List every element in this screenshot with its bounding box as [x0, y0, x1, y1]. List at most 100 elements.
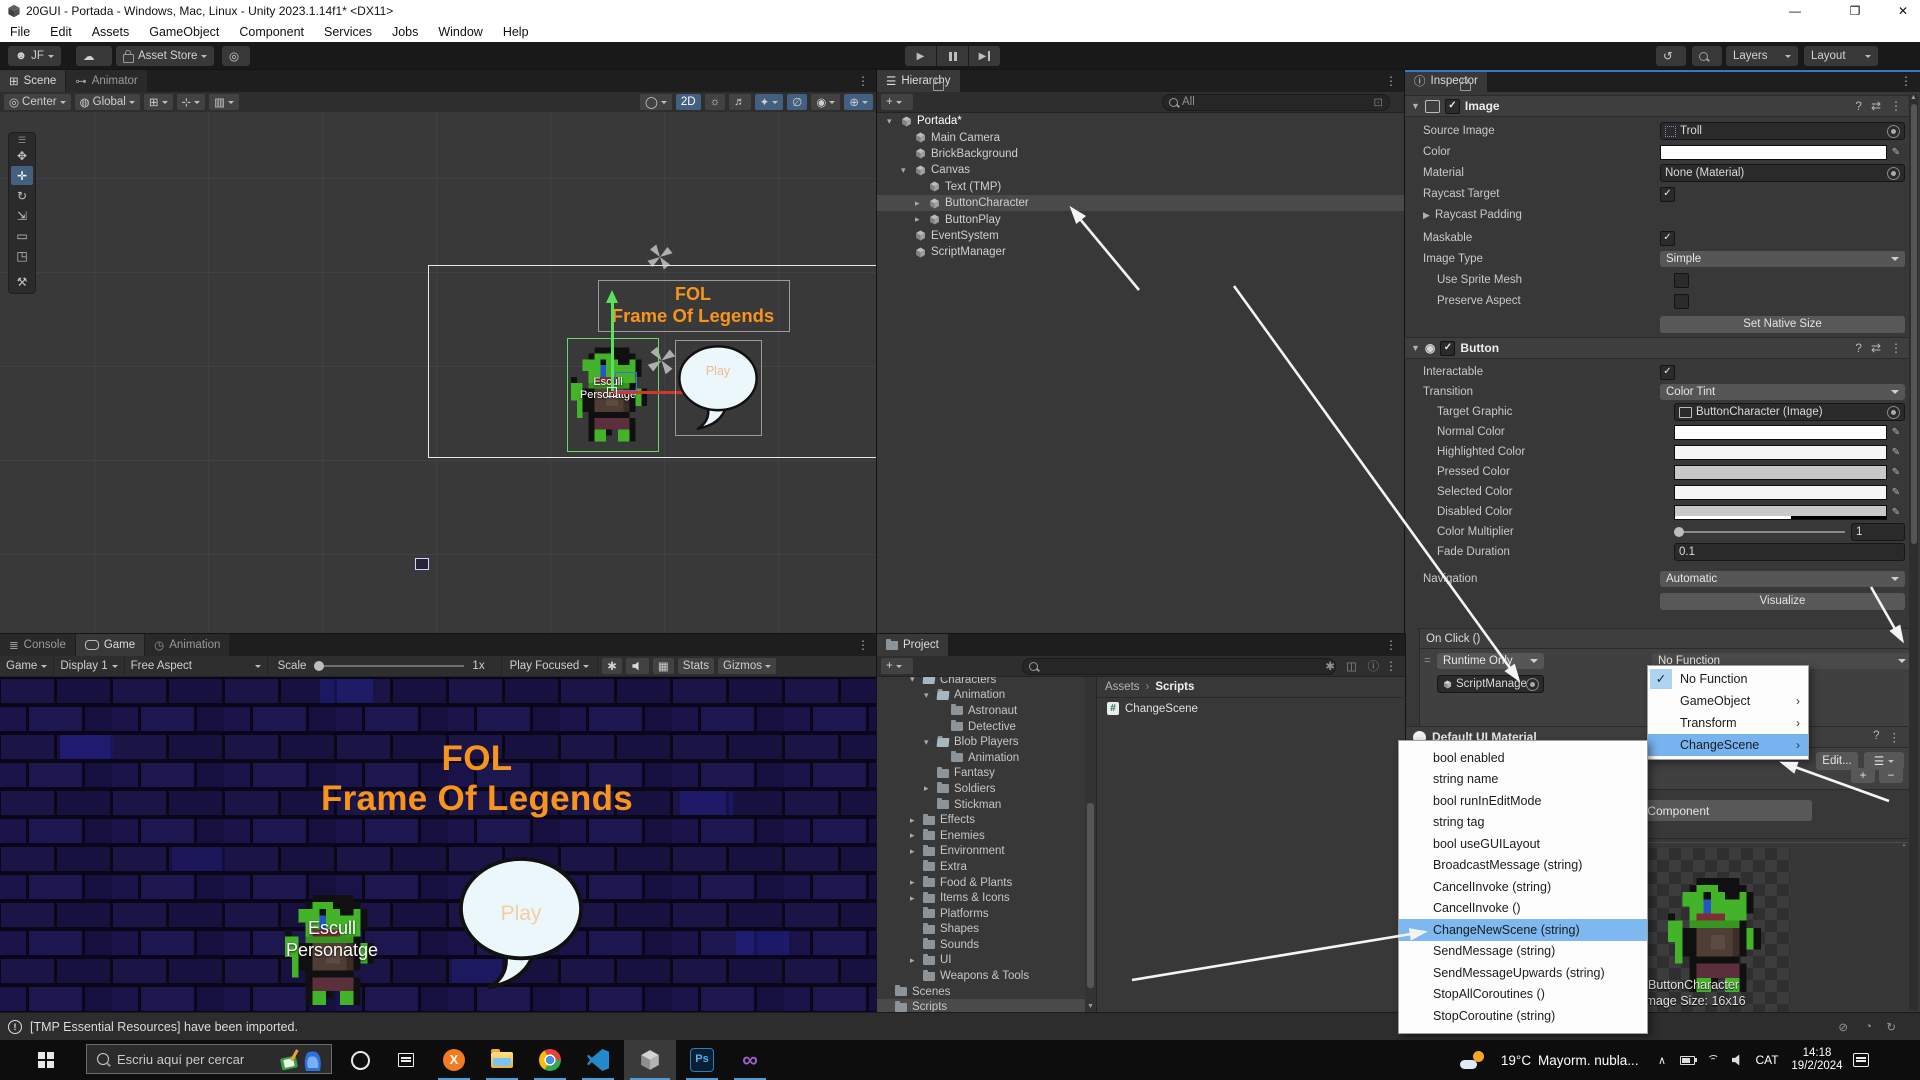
color-swatch[interactable] [1674, 425, 1887, 440]
mute-notifications-icon[interactable]: ⊘ [1838, 1020, 1848, 1034]
object-picker-icon[interactable] [1526, 678, 1539, 691]
language-indicator[interactable]: CAT [1750, 1040, 1784, 1080]
project-folder-item[interactable]: Items & Icons [877, 890, 1085, 906]
method-menu-item[interactable]: StopCoroutine (string) [1399, 1005, 1647, 1027]
project-folder-item[interactable]: Extra [877, 859, 1085, 875]
taskbar-visualstudio[interactable]: ∞ [728, 1040, 772, 1080]
search-by-type-icon[interactable]: ✱ [1325, 659, 1335, 673]
kebab-icon[interactable]: ⋮ [1889, 730, 1901, 744]
color-multiplier-field[interactable]: 1 [1851, 523, 1905, 541]
breadcrumb-current[interactable]: Scripts [1155, 681, 1194, 693]
kebab-icon[interactable]: ⋮ [1890, 341, 1902, 355]
transform-tool-button[interactable]: ◳ [11, 246, 33, 265]
undo-history-button[interactable]: ↺ [1656, 46, 1686, 66]
project-folder-item[interactable]: Soldiers [877, 781, 1085, 797]
project-tree-scrollbar[interactable]: ▼ [1085, 677, 1096, 1012]
project-folder-item[interactable]: Characters [877, 677, 1085, 688]
foldout-arrow-icon[interactable]: ▼ [1411, 343, 1420, 353]
lighting-toggle[interactable]: ☼ [705, 94, 726, 110]
tab-inspector[interactable]: ⓘInspector [1405, 70, 1487, 92]
eyedropper-icon[interactable]: ✎ [1887, 447, 1905, 458]
move-gizmo-y-axis[interactable] [611, 302, 614, 391]
image-type-dropdown[interactable]: Simple [1660, 251, 1905, 267]
scale-slider[interactable] [314, 665, 464, 667]
scrollbar-thumb[interactable] [1087, 803, 1094, 988]
volume-icon[interactable] [1726, 1040, 1750, 1080]
maskable-checkbox[interactable] [1660, 231, 1675, 246]
debug-button[interactable]: ✱ [602, 658, 622, 674]
search-by-label-icon[interactable]: ◫ [1346, 659, 1357, 673]
ruler-button[interactable]: ▥ [209, 94, 239, 110]
source-image-field[interactable]: Troll [1660, 122, 1905, 140]
slider-track[interactable] [1674, 531, 1845, 533]
method-menu-item[interactable]: SendMessage (string) [1399, 941, 1647, 963]
slider-thumb[interactable] [1674, 527, 1684, 537]
transition-dropdown[interactable]: Color Tint [1660, 384, 1905, 400]
effects-dropdown[interactable]: ✦ [755, 94, 784, 110]
expand-arrow-icon[interactable] [887, 116, 900, 127]
tab-console[interactable]: ≣Console [0, 634, 75, 656]
method-menu-item[interactable]: bool useGUILayout [1399, 833, 1647, 855]
method-menu-item[interactable]: bool runInEditMode [1399, 790, 1647, 812]
panel-menu-icon[interactable]: ⋮ [1385, 638, 1397, 652]
help-icon[interactable]: ? [1855, 341, 1862, 355]
game-view-dropdown[interactable]: Game [0, 656, 54, 676]
expand-arrow-icon[interactable] [924, 783, 937, 794]
hierarchy-item[interactable]: Text (TMP) [877, 179, 1405, 195]
notification-center-button[interactable] [1846, 1040, 1876, 1080]
taskbar-explorer[interactable] [480, 1040, 524, 1080]
start-button[interactable] [18, 1040, 74, 1080]
project-folder-item[interactable]: Food & Plants [877, 875, 1085, 891]
color-swatch[interactable] [1674, 485, 1887, 500]
slider-thumb[interactable] [314, 661, 324, 671]
breadcrumb-root[interactable]: Assets [1105, 681, 1140, 693]
component-enabled-checkbox[interactable] [1440, 341, 1455, 356]
restore-button[interactable]: ❐ [1832, 0, 1878, 22]
foldout-arrow-icon[interactable]: ▶ [1423, 210, 1435, 221]
lock-icon[interactable] [1460, 82, 1471, 91]
add-event-button[interactable]: + [1851, 768, 1875, 783]
expand-arrow-icon[interactable] [910, 815, 923, 826]
hidden-count-icon[interactable]: ⓘ [1368, 658, 1380, 674]
function-menu-item[interactable]: Transform › [1648, 712, 1808, 734]
taskbar-photoshop[interactable]: Ps [680, 1040, 724, 1080]
menu-item[interactable]: GameObject [139, 25, 229, 39]
hierarchy-item[interactable]: EventSystem [877, 228, 1405, 244]
eyedropper-icon[interactable]: ✎ [1887, 427, 1905, 438]
project-folder-item[interactable]: Fantasy [877, 766, 1085, 782]
clock[interactable]: 14:18 19/2/2024 [1786, 1040, 1848, 1080]
anchor-gizmo-icon[interactable] [645, 242, 675, 272]
lock-icon[interactable] [933, 82, 944, 91]
method-menu-item[interactable]: StopAllCoroutines () [1399, 984, 1647, 1006]
tab-project[interactable]: Project [877, 634, 948, 656]
menu-item[interactable]: Component [229, 25, 314, 39]
fade-duration-field[interactable]: 0.1 [1674, 543, 1905, 561]
inspector-scrollbar[interactable]: ▲ [1909, 94, 1918, 1010]
expand-arrow-icon[interactable] [910, 846, 923, 857]
minimize-button[interactable]: — [1772, 0, 1818, 22]
function-menu-item[interactable]: GameObject › [1648, 690, 1808, 712]
taskbar-search-box[interactable]: Escriu aquí per cercar [86, 1044, 332, 1074]
panel-menu-icon[interactable]: ⋮ [1900, 74, 1912, 88]
hierarchy-item[interactable]: ScriptManager [877, 244, 1405, 260]
scale-tool-button[interactable]: ⇲ [11, 206, 33, 225]
aspect-dropdown[interactable]: Free Aspect [125, 656, 268, 676]
eyedropper-icon[interactable]: ✎ [1887, 487, 1905, 498]
hierarchy-item[interactable]: BrickBackground [877, 146, 1405, 162]
project-folder-item[interactable]: Sounds [877, 937, 1085, 953]
layers-dropdown[interactable]: Layers [1726, 46, 1798, 66]
navigation-dropdown[interactable]: Automatic [1660, 571, 1905, 587]
project-folder-item[interactable]: Stickman [877, 797, 1085, 813]
raycast-target-checkbox[interactable] [1660, 187, 1675, 202]
overlay-handle-icon[interactable]: ☰ [11, 135, 33, 145]
method-menu-item[interactable]: string name [1399, 769, 1647, 791]
scene-viewport[interactable]: FOL Frame Of Legends Escull Personatge P… [0, 112, 877, 634]
method-menu-item[interactable]: ChangeNewScene (string) [1399, 919, 1647, 941]
set-native-size-button[interactable]: Set Native Size [1660, 316, 1905, 333]
project-folder-item[interactable]: Weapons & Tools [877, 968, 1085, 984]
scroll-up-icon[interactable]: ▲ [1909, 94, 1918, 101]
remove-event-button[interactable]: − [1879, 768, 1903, 783]
help-icon[interactable]: ? [1873, 730, 1879, 744]
gizmos-dropdown[interactable]: ⊕ [844, 94, 873, 110]
kebab-icon[interactable]: ⋮ [1890, 99, 1902, 113]
